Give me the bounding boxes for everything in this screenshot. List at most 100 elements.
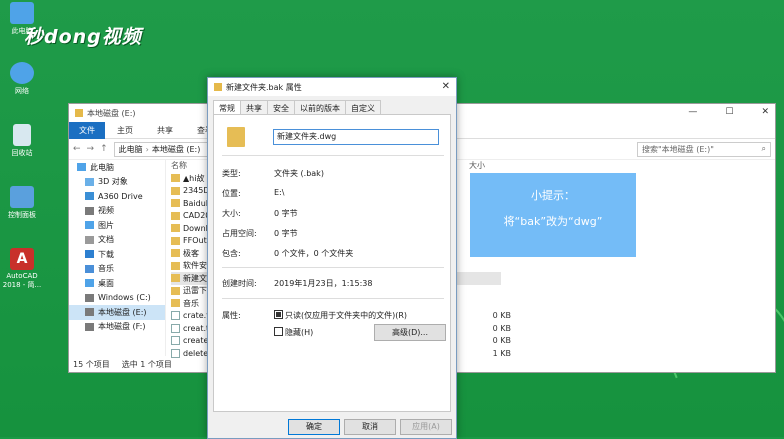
search-placeholder: 搜索"本地磁盘 (E:)" xyxy=(642,144,714,154)
tab-previous-versions[interactable]: 以前的版本 xyxy=(294,100,346,114)
nav-item[interactable]: 音乐 xyxy=(69,262,165,277)
forward-button[interactable]: → xyxy=(87,144,95,154)
chevron-right-icon: › xyxy=(145,144,149,154)
search-box[interactable]: 搜索"本地磁盘 (E:)" ⌕ xyxy=(637,141,771,157)
name-field[interactable]: 新建文件夹.dwg xyxy=(273,129,439,145)
ribbon-tab-home[interactable]: 主页 xyxy=(105,122,145,139)
maximize-button[interactable]: ☐ xyxy=(725,107,733,117)
disk-size-label: 占用空间: xyxy=(222,229,257,238)
tip-text: 将“bak”改为“dwg” xyxy=(503,215,603,228)
nav-item-label: 此电脑 xyxy=(90,162,114,172)
monitor-icon xyxy=(10,2,34,24)
nav-item-label: 图片 xyxy=(98,220,114,230)
dialog-close-button[interactable]: ✕ xyxy=(442,81,450,92)
folder-icon xyxy=(171,174,180,183)
folder-icon xyxy=(171,224,180,233)
nav-item-icon xyxy=(85,221,94,230)
nav-item[interactable]: 图片 xyxy=(69,218,165,233)
nav-item-icon xyxy=(85,293,94,302)
contains-value: 0 个文件，0 个文件夹 xyxy=(274,249,354,258)
ok-button[interactable]: 确定 xyxy=(288,419,340,435)
folder-icon xyxy=(171,186,180,195)
folder-icon xyxy=(171,299,180,308)
file-name: ▲hi故 xyxy=(183,173,205,183)
general-panel: 新建文件夹.dwg 类型: 文件夹 (.bak) 位置: E:\ 大小: 0 字… xyxy=(213,114,451,412)
checkbox-icon xyxy=(274,327,283,336)
nav-item[interactable]: 此电脑 xyxy=(69,160,165,175)
ribbon-tab-share[interactable]: 共享 xyxy=(145,122,185,139)
close-button[interactable]: ✕ xyxy=(761,107,769,117)
back-button[interactable]: ← xyxy=(73,144,81,154)
file-name: 软件安 xyxy=(183,261,207,271)
tip-title: 小提示： xyxy=(531,189,575,202)
contains-label: 包含: xyxy=(222,249,241,258)
ribbon-tab-file[interactable]: 文件 xyxy=(69,121,105,139)
advanced-button[interactable]: 高级(D)... xyxy=(374,324,446,341)
desktop-icon-autocad[interactable]: A AutoCAD 2018 - 简... xyxy=(2,248,42,290)
explorer-title: 本地磁盘 (E:) xyxy=(87,108,136,118)
nav-item[interactable]: A360 Drive xyxy=(69,189,165,204)
nav-item-label: 本地磁盘 (F:) xyxy=(98,322,146,332)
tab-sharing[interactable]: 共享 xyxy=(240,100,268,114)
desktop-icon-label: 网络 xyxy=(15,87,29,95)
desktop-icon-label: 控制面板 xyxy=(8,211,36,219)
location-row: 位置: E:\ xyxy=(222,188,284,199)
file-size: 1 KB xyxy=(492,348,511,358)
dialog-tabs: 常规 共享 安全 以前的版本 自定义 xyxy=(208,100,456,114)
desktop-icon-control-panel[interactable]: 控制面板 xyxy=(2,186,42,220)
checkbox-checked-icon xyxy=(274,310,283,319)
folder-icon xyxy=(75,109,83,117)
nav-item-icon xyxy=(85,264,94,273)
file-size: 0 KB xyxy=(492,311,511,321)
folder-icon xyxy=(171,199,180,208)
nav-item-label: 桌面 xyxy=(98,278,114,288)
nav-item-icon xyxy=(85,279,94,288)
document-icon xyxy=(171,336,180,346)
nav-item-label: 文档 xyxy=(98,235,114,245)
hidden-checkbox[interactable]: 隐藏(H) xyxy=(274,327,313,338)
desktop-icon-recycle-bin[interactable]: 回收站 xyxy=(2,124,42,158)
nav-item[interactable]: 文档 xyxy=(69,233,165,248)
file-name: 极客 xyxy=(183,248,199,258)
readonly-checkbox[interactable]: 只读(仅应用于文件夹中的文件)(R) xyxy=(274,310,407,321)
hidden-row: 隐藏(H) xyxy=(274,327,313,338)
nav-item-label: A360 Drive xyxy=(98,191,143,201)
dialog-title: 新建文件夹.bak 属性 xyxy=(226,82,302,92)
breadcrumb-this-pc[interactable]: 此电脑 xyxy=(119,144,143,155)
breadcrumb-drive[interactable]: 本地磁盘 (E:) xyxy=(152,144,201,155)
status-bar: 15 个项目 选中 1 个项目 xyxy=(73,359,172,370)
autocad-icon: A xyxy=(10,248,34,270)
status-selected: 选中 1 个项目 xyxy=(121,360,172,369)
nav-item-label: Windows (C:) xyxy=(98,293,151,303)
nav-item[interactable]: 视频 xyxy=(69,204,165,219)
desktop-icon-network[interactable]: 网络 xyxy=(2,62,42,96)
tab-general[interactable]: 常规 xyxy=(213,100,241,114)
size-row: 大小: 0 字节 xyxy=(222,208,298,219)
nav-item[interactable]: Windows (C:) xyxy=(69,291,165,306)
nav-item[interactable]: 本地磁盘 (F:) xyxy=(69,320,165,335)
hidden-label: 隐藏(H) xyxy=(285,328,314,337)
size-value: 0 字节 xyxy=(274,209,298,218)
nav-item[interactable]: 本地磁盘 (E:) xyxy=(69,305,165,320)
nav-item-icon xyxy=(85,192,94,201)
column-header-name[interactable]: 名称 xyxy=(171,160,187,172)
cancel-button[interactable]: 取消 xyxy=(344,419,396,435)
attributes-row: 属性: 只读(仅应用于文件夹中的文件)(R) xyxy=(222,310,407,321)
tab-security[interactable]: 安全 xyxy=(267,100,295,114)
apply-button[interactable]: 应用(A) xyxy=(400,419,452,435)
nav-item-icon xyxy=(85,206,94,215)
nav-item[interactable]: 下载 xyxy=(69,247,165,262)
column-header-size[interactable]: 大小 xyxy=(469,160,485,171)
tab-customize[interactable]: 自定义 xyxy=(345,100,381,114)
minimize-button[interactable]: — xyxy=(688,107,697,117)
type-label: 类型: xyxy=(222,169,241,178)
folder-icon xyxy=(171,236,180,245)
nav-item[interactable]: 3D 对象 xyxy=(69,175,165,190)
folder-icon xyxy=(171,286,180,295)
created-label: 创建时间: xyxy=(222,279,257,288)
nav-item[interactable]: 桌面 xyxy=(69,276,165,291)
attributes-label: 属性: xyxy=(222,311,241,320)
desktop-icon-label: 回收站 xyxy=(11,149,33,157)
up-button[interactable]: ↑ xyxy=(100,144,108,154)
recycle-bin-icon xyxy=(13,124,31,146)
